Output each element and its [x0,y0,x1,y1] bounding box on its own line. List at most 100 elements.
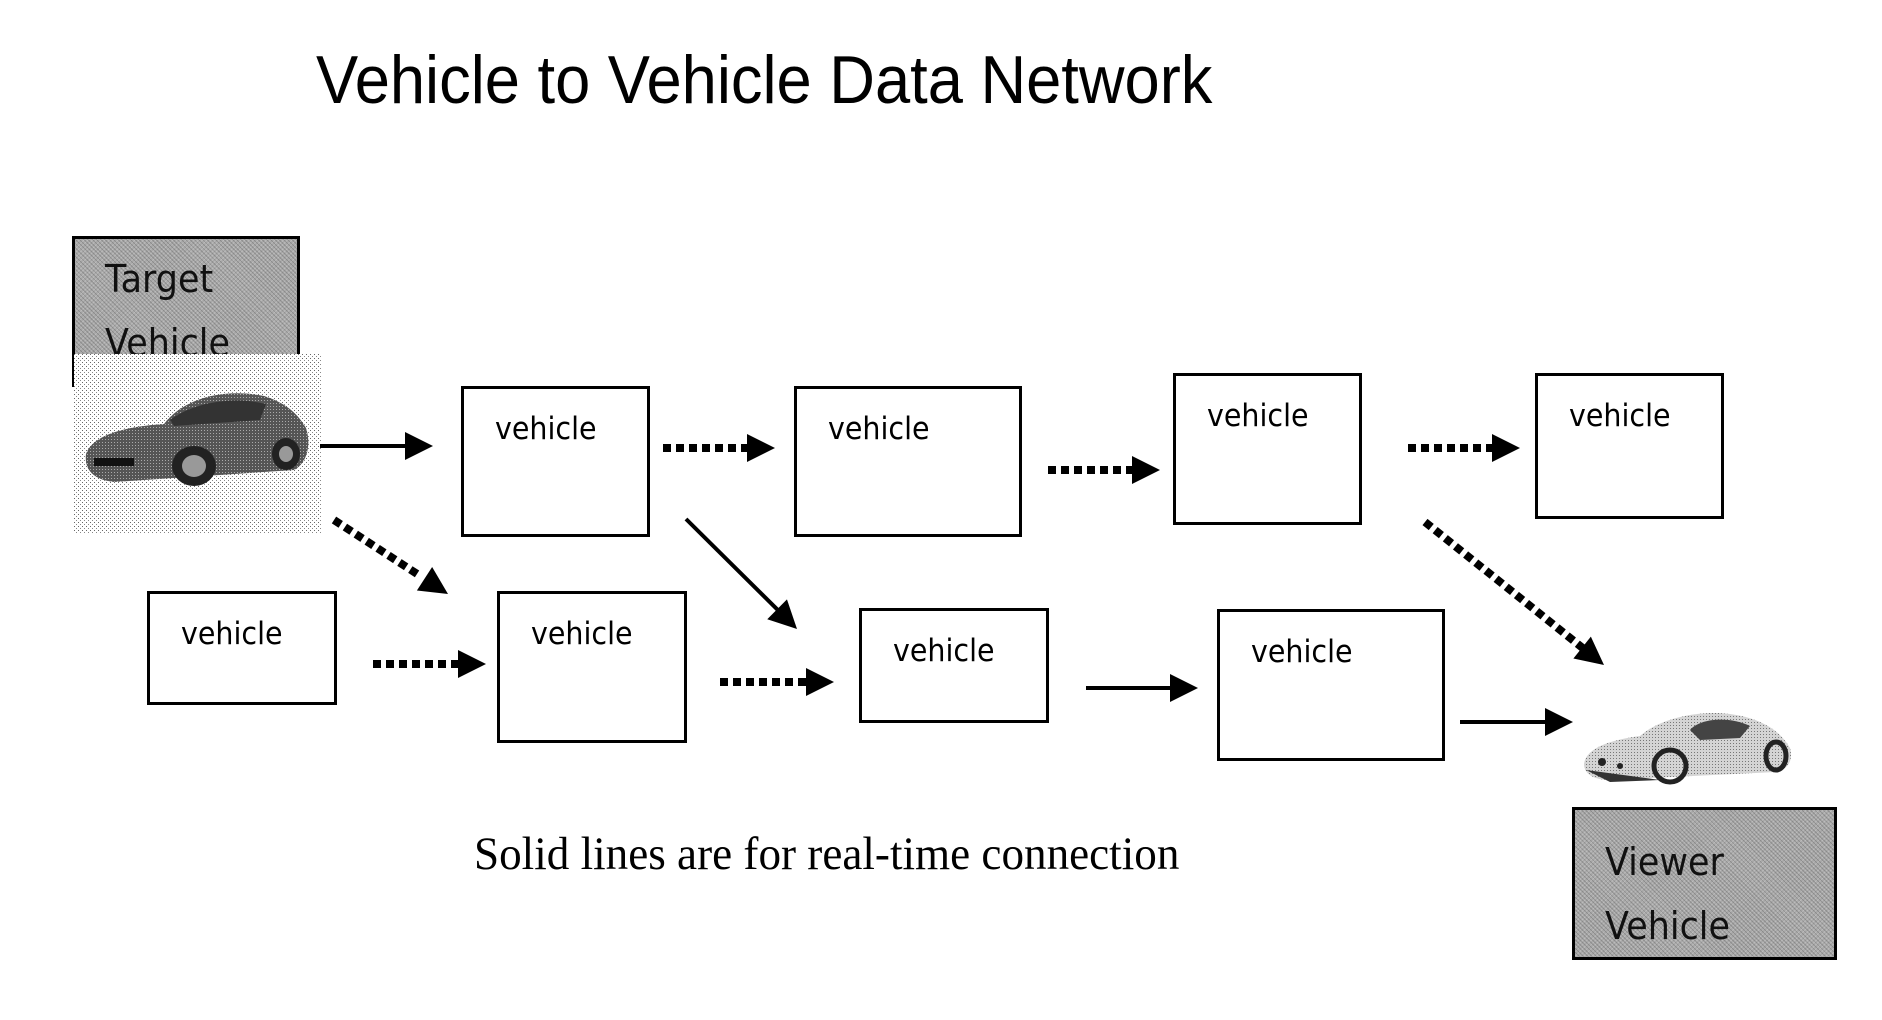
arrow-dot [702,444,710,452]
viewer-vehicle-label-line2: Vehicle [1605,904,1731,948]
arrowhead-icon [767,599,797,629]
arrow-dot [1486,444,1494,452]
viewer-vehicle-label-line1: Viewer [1605,840,1724,884]
arrow-dot [1061,466,1069,474]
vehicle-node-b: vehicle [794,386,1022,537]
arrowhead-icon [747,434,775,462]
arrowhead-icon [1545,708,1573,736]
diagram-title: Vehicle to Vehicle Data Network [316,42,1213,118]
vehicle-node-label: vehicle [495,411,597,447]
arrow-dot [1126,466,1134,474]
arrow-dot [375,544,387,557]
connection-arrow-G-to-H-solid [1086,674,1198,702]
arrowhead-icon [405,432,433,460]
arrow-dot [1564,632,1576,644]
arrowhead-icon [1573,636,1604,665]
connection-arrow-A-to-B-dotted [663,434,775,462]
connection-arrow-B-to-C-dotted [1048,456,1160,484]
arrow-dot [741,444,749,452]
arrow-dot [1524,600,1536,612]
arrow-dot [1408,444,1416,452]
arrow-dot [373,660,381,668]
arrowhead-icon [416,567,448,594]
arrow-dot [689,444,697,452]
vehicle-node-f: vehicle [497,591,687,743]
arrow-dot [1473,559,1485,571]
arrow-dot [715,444,723,452]
arrow-dot [1113,466,1121,474]
vehicle-node-a: vehicle [461,386,650,537]
connection-arrow-F-to-G-dotted [720,668,834,696]
vehicle-node-label: vehicle [828,411,930,447]
arrow-dot [1544,616,1556,628]
vehicle-node-label: vehicle [1251,634,1353,670]
arrow-dot [425,660,433,668]
connection-arrow-C-to-D-dotted [1408,434,1520,462]
arrowhead-icon [1492,434,1520,462]
legend-caption: Solid lines are for real-time connection [474,828,1180,880]
arrow-dot [1421,444,1429,452]
viewer-vehicle-label-box: Viewer Vehicle [1572,807,1837,960]
arrow-dot [386,552,398,564]
arrow-dot [386,660,394,668]
vehicle-node-g: vehicle [859,608,1049,723]
connection-arrow-target-to-A-solid [320,432,433,460]
vehicle-node-h: vehicle [1217,609,1445,761]
arrow-dot [451,660,459,668]
arrow-dot [399,660,407,668]
arrowhead-icon [1170,674,1198,702]
arrow-dot [364,537,376,549]
arrow-dot [408,566,420,578]
arrow-dot [1422,518,1434,531]
arrow-dot [1534,608,1546,620]
arrow-dot [746,678,754,686]
arrow-dot [785,678,793,686]
connection-arrow-target-to-F-dotted [331,516,448,594]
arrow-dot [353,530,365,542]
arrow-dot [1503,583,1516,596]
arrow-dot [1460,444,1468,452]
arrow-dot [1087,466,1095,474]
arrowhead-icon [806,668,834,696]
vehicle-node-e: vehicle [147,591,337,705]
vehicle-node-label: vehicle [1569,398,1671,434]
connection-arrow-D-to-viewer-dotted [1422,518,1604,665]
arrow-dot [1574,640,1587,652]
arrow-dot [759,678,767,686]
arrow-dot [1447,444,1455,452]
arrow-dot [331,516,343,528]
arrow-dot [1432,526,1444,539]
connection-arrow-A-to-G-solid [684,517,797,629]
arrow-shaft [684,517,780,613]
arrowhead-icon [458,650,486,678]
vehicle-node-label: vehicle [531,616,633,652]
arrow-dot [1483,567,1495,579]
arrow-dot [1074,466,1082,474]
vehicle-node-c: vehicle [1173,373,1362,525]
arrow-dot [1048,466,1056,474]
arrow-dot [1452,543,1465,555]
vehicle-node-label: vehicle [1207,398,1309,434]
arrow-dot [663,444,671,452]
arrow-dot [412,660,420,668]
arrow-dot [342,523,354,535]
viewer-vehicle-car-icon [1580,704,1802,788]
arrow-dot [397,559,409,571]
arrow-dot [728,444,736,452]
arrowhead-icon [1132,456,1160,484]
connection-arrow-H-to-viewer-solid [1460,708,1573,736]
target-vehicle-car-icon [74,354,322,534]
vehicle-node-label: vehicle [181,616,283,652]
arrow-dot [1554,624,1566,636]
arrow-dot [798,678,806,686]
arrow-dot [1473,444,1481,452]
arrow-dot [676,444,684,452]
vehicle-node-label: vehicle [893,633,995,669]
arrow-dot [1442,535,1455,547]
arrow-dot [720,678,728,686]
arrow-dot [1493,575,1505,587]
arrow-dot [733,678,741,686]
arrow-dot [1100,466,1108,474]
arrow-dot [1434,444,1442,452]
arrow-dot [1513,591,1526,604]
